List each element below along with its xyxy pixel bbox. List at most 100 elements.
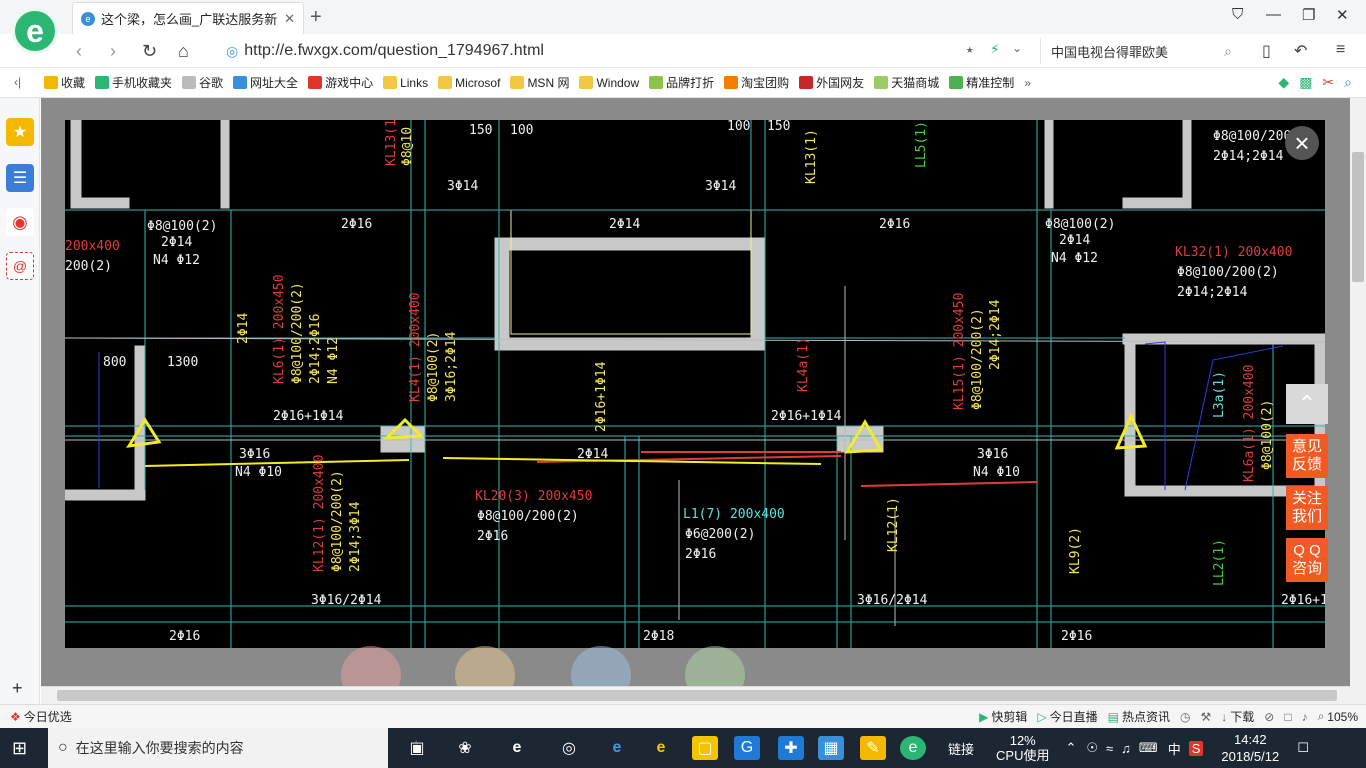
wall (220, 120, 230, 209)
search-icon[interactable]: ⌕ (1224, 43, 1232, 60)
translate-icon[interactable]: ▩ (1299, 74, 1312, 91)
glodon-g-icon[interactable]: G (734, 736, 760, 760)
bookmark-item[interactable]: MSN 网 (510, 74, 569, 91)
gift-icon: ❖ (10, 709, 21, 724)
forward-arrow-icon[interactable]: › (110, 41, 116, 62)
tray-expand-icon[interactable]: ⌃ (1065, 740, 1076, 756)
file-explorer-icon[interactable]: ▢ (692, 736, 718, 760)
follow-us-button[interactable]: 关注 我们 (1286, 486, 1328, 530)
app-window-icon[interactable]: ▦ (818, 736, 844, 760)
app-notes-icon[interactable]: ✎ (860, 736, 886, 760)
vertical-scrollbar[interactable] (1350, 98, 1366, 704)
mobile-icon[interactable]: ▯ (1262, 41, 1271, 61)
notification-center-icon[interactable]: ☐ (1297, 740, 1309, 756)
zoom-level[interactable]: ⌕ 105% (1318, 709, 1358, 724)
volume-icon[interactable]: ♫ (1121, 741, 1131, 756)
search-tool-icon[interactable]: ⌕ (1344, 74, 1352, 91)
browser-logo-icon[interactable]: e (12, 8, 58, 54)
refresh-icon[interactable]: ↻ (142, 41, 157, 62)
bookmark-item[interactable]: Window (579, 76, 639, 90)
taskbar-search[interactable]: ○ 在这里输入你要搜索的内容 † (48, 728, 420, 768)
bookmark-item[interactable]: 品牌打折 (649, 74, 714, 91)
minimize-button[interactable]: — (1266, 6, 1281, 23)
bookmark-icon (95, 76, 110, 89)
status-window[interactable]: □ (1284, 710, 1291, 724)
today-picks[interactable]: ❖ 今日优选 (10, 708, 72, 725)
bookmark-item[interactable]: 收藏 (44, 74, 85, 91)
windows-start-icon[interactable]: ⊞ (12, 738, 27, 759)
cad-label: LL5(1) (914, 121, 929, 168)
tray-app-icon[interactable]: ☉ (1086, 740, 1098, 756)
bookmark-item[interactable]: 谷歌 (182, 74, 223, 91)
internet-explorer-icon[interactable]: e (648, 736, 674, 760)
chevron-down-icon[interactable]: ⌄ (1012, 41, 1022, 55)
bookmark-item[interactable]: 手机收藏夹 (95, 74, 172, 91)
menu-icon[interactable]: ≡ (1336, 41, 1345, 59)
qq-consult-button[interactable]: Q Q 咨询 (1286, 538, 1328, 582)
clock-time: 14:42 (1234, 732, 1267, 747)
bookmark-item[interactable]: 精准控制 (949, 74, 1014, 91)
bookmark-item[interactable]: 网址大全 (233, 74, 298, 91)
app-swirl-icon[interactable]: ◎ (556, 736, 582, 760)
cad-lines (65, 120, 1325, 648)
back-arrow-icon[interactable]: ‹ (76, 41, 82, 62)
browser-360-icon[interactable]: e (900, 736, 926, 760)
search-box[interactable]: 中国电视台得罪欧美 ⌕ (1040, 38, 1238, 64)
task-view-icon[interactable]: ▣ (404, 736, 430, 760)
address-bar[interactable]: ◎ http://e.fwxgx.com/question_1794967.ht… (226, 38, 1034, 64)
scrollbar-thumb[interactable] (1352, 152, 1364, 282)
home-icon[interactable]: ⌂ (178, 41, 189, 62)
maximize-button[interactable]: ❐ (1302, 6, 1315, 24)
favorites-star-icon[interactable]: ★ (6, 118, 34, 146)
wall (1182, 120, 1192, 209)
status-speed[interactable]: ◷ (1180, 710, 1190, 724)
reader-icon[interactable]: ☰ (6, 164, 34, 192)
app-plus-icon[interactable]: ✚ (778, 736, 804, 760)
horizontal-scrollbar[interactable] (41, 686, 1350, 704)
bookmark-item[interactable]: 游戏中心 (308, 74, 373, 91)
bookmark-item[interactable]: 淘宝团购 (724, 74, 789, 91)
bookmark-item[interactable]: 天猫商城 (874, 74, 939, 91)
share-icon[interactable]: ⭑ (966, 41, 974, 58)
search-text: 中国电视台得罪欧美 (1051, 44, 1169, 60)
status-news[interactable]: ▤ 热点资讯 (1108, 708, 1170, 725)
weibo-icon[interactable]: ◉ (6, 208, 34, 236)
lightning-icon[interactable]: ⚡ (990, 41, 1000, 58)
windows-taskbar: ⊞ ○ 在这里输入你要搜索的内容 † ▣ ❀ e ◎ e e ▢ G ✚ ▦ ✎… (0, 728, 1366, 768)
undo-icon[interactable]: ↶ (1294, 41, 1307, 61)
keyboard-icon[interactable]: ⌨ (1139, 740, 1158, 756)
cpu-meter[interactable]: 12% CPU使用 (996, 733, 1049, 763)
tab-close-icon[interactable]: ✕ (284, 11, 295, 27)
status-kuaijianji[interactable]: ▶ 快剪辑 (979, 708, 1027, 725)
bookmarks-more-icon[interactable]: » (1024, 76, 1031, 90)
feedback-button[interactable]: 意见 反馈 (1286, 434, 1328, 478)
status-sound[interactable]: ♪ (1302, 710, 1308, 724)
skin-icon[interactable]: ⛉ (1232, 6, 1243, 23)
edge-icon[interactable]: e (604, 736, 630, 760)
scrollbar-thumb[interactable] (57, 690, 1337, 701)
bookmark-item[interactable]: Microsof (438, 76, 500, 90)
browser-tab[interactable]: e 这个梁，怎么画_广联达服务新干 ✕ (72, 2, 304, 34)
add-sidebar-icon[interactable]: + (12, 678, 23, 699)
status-tools[interactable]: ⚒ (1200, 710, 1211, 724)
sidebar-toggle-icon[interactable]: ‹| (14, 75, 21, 89)
close-overlay-button[interactable]: × (1285, 126, 1319, 160)
input-language[interactable]: 中 (1168, 739, 1181, 758)
ie-e-icon[interactable]: e (504, 736, 530, 760)
network-label[interactable]: 链接 (948, 739, 974, 758)
scissors-icon[interactable]: ✂ (1322, 74, 1334, 91)
clock[interactable]: 14:42 2018/5/12 (1221, 731, 1279, 765)
mail-icon[interactable]: @ (6, 252, 34, 280)
status-download[interactable]: ↓ 下载 (1221, 708, 1254, 725)
wifi-icon[interactable]: ≈ (1106, 741, 1113, 756)
status-clean[interactable]: ⊘ (1264, 710, 1274, 724)
status-live[interactable]: ▷ 今日直播 (1037, 708, 1097, 725)
close-window-button[interactable]: ✕ (1336, 6, 1349, 24)
back-to-top-button[interactable]: ⌃ (1286, 384, 1328, 424)
bookmark-item[interactable]: 外国网友 (799, 74, 864, 91)
new-tab-button[interactable]: + (310, 6, 322, 29)
shield-icon[interactable]: ◆ (1278, 74, 1289, 91)
bookmark-item[interactable]: Links (383, 76, 428, 90)
sogou-s-icon[interactable]: S (1188, 740, 1204, 756)
app-pinwheel-icon[interactable]: ❀ (452, 736, 478, 760)
